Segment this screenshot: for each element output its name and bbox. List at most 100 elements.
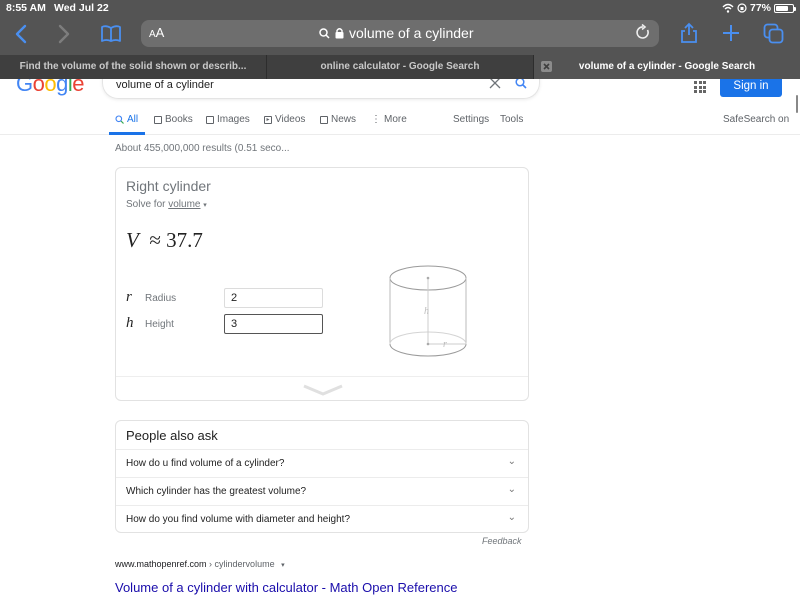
tab-label: All xyxy=(127,114,139,125)
tab-title: volume of a cylinder - Google Search xyxy=(578,61,756,72)
solve-for-label: Solve for xyxy=(126,199,169,210)
more-vert-icon: ⋮ xyxy=(371,114,381,125)
tab-close-button[interactable] xyxy=(541,61,552,72)
address-text: volume of a cylinder xyxy=(349,25,474,41)
chevron-down-icon: ⌄ xyxy=(507,512,516,523)
solve-for-dropdown[interactable]: volume xyxy=(168,199,200,210)
tab-volume-of-cylinder[interactable]: volume of a cylinder - Google Search xyxy=(534,55,800,79)
feedback-link[interactable]: Feedback xyxy=(482,536,522,546)
search-icon xyxy=(115,115,124,124)
tab-books[interactable]: Books xyxy=(154,114,193,125)
card-divider xyxy=(116,376,528,377)
logo-letter: e xyxy=(72,79,85,96)
search-input[interactable]: volume of a cylinder xyxy=(116,79,214,91)
result-options-dropdown[interactable]: ▾ xyxy=(281,562,285,569)
search-box[interactable]: volume of a cylinder xyxy=(102,79,540,99)
clear-search-button[interactable] xyxy=(489,79,501,93)
tab-all[interactable]: All xyxy=(115,114,138,125)
back-button[interactable] xyxy=(14,23,28,49)
share-icon xyxy=(681,22,697,43)
height-input[interactable] xyxy=(224,314,323,334)
active-tab-indicator xyxy=(109,132,145,135)
tab-label: More xyxy=(384,114,407,125)
paa-header: People also ask xyxy=(126,428,218,443)
chevron-down-icon: ⌄ xyxy=(507,484,516,495)
tab-news[interactable]: News xyxy=(320,114,356,125)
tab-label: Images xyxy=(217,114,250,125)
paa-question-text: How do u find volume of a cylinder? xyxy=(126,458,285,469)
settings-link[interactable]: Settings xyxy=(453,114,489,125)
result-domain: www.mathopenref.com xyxy=(115,559,207,569)
apps-grid-icon[interactable] xyxy=(694,81,706,93)
new-tab-button[interactable] xyxy=(722,24,740,46)
browser-toolbar: AA volume of a cylinder xyxy=(0,18,800,55)
result-cite: www.mathopenref.com › cylindervolume ▾ xyxy=(115,559,285,569)
cylinder-calculator-card: Right cylinder Solve for volume ▾ V ≈ 37… xyxy=(115,167,529,401)
logo-letter: o xyxy=(44,79,57,96)
tab-label: News xyxy=(331,114,357,125)
battery-percent: 77% xyxy=(749,2,771,14)
orientation-lock-icon xyxy=(737,3,747,13)
bookmarks-button[interactable] xyxy=(100,25,122,47)
radius-input[interactable] xyxy=(224,288,323,308)
book-icon xyxy=(101,25,121,42)
sign-in-button[interactable]: Sign in xyxy=(720,79,782,97)
reload-icon xyxy=(636,23,649,39)
chevron-down-icon: ⌄ xyxy=(507,456,516,467)
status-time: 8:55 AM xyxy=(6,2,46,14)
result-value: 37.7 xyxy=(166,228,203,252)
address-field[interactable]: volume of a cylinder xyxy=(319,25,474,41)
search-button[interactable] xyxy=(515,79,527,91)
people-also-ask: People also ask How do u find volume of … xyxy=(115,420,529,533)
safesearch-link[interactable]: SafeSearch on xyxy=(723,114,789,125)
address-bar[interactable]: AA volume of a cylinder xyxy=(141,20,659,47)
text-size-button[interactable]: AA xyxy=(149,25,164,40)
tools-link[interactable]: Tools xyxy=(500,114,523,125)
search-icon xyxy=(319,27,330,39)
paa-question[interactable]: How do you find volume with diameter and… xyxy=(116,505,528,533)
battery-icon xyxy=(774,3,796,13)
height-label: Height xyxy=(145,319,174,330)
plus-icon xyxy=(723,25,739,41)
result-title-link[interactable]: Volume of a cylinder with calculator - M… xyxy=(115,580,458,595)
result-path: cylindervolume xyxy=(214,559,275,569)
image-icon xyxy=(206,115,214,124)
close-icon xyxy=(489,79,501,89)
breadcrumb-separator: › xyxy=(206,559,215,569)
status-right: 77% xyxy=(722,2,796,14)
radius-symbol: r xyxy=(126,289,132,305)
tab-label: Videos xyxy=(275,114,306,125)
tab-online-calculator[interactable]: online calculator - Google Search xyxy=(267,55,534,79)
paa-question-text: Which cylinder has the greatest volume? xyxy=(126,486,307,497)
tab-more[interactable]: ⋮ More xyxy=(371,114,407,125)
result-variable: V xyxy=(126,228,139,252)
cylinder-diagram: h r xyxy=(389,265,467,357)
results-stats: About 455,000,000 results (0.51 seco... xyxy=(115,143,290,154)
tabs-button[interactable] xyxy=(763,23,785,49)
tab-label: Books xyxy=(165,114,193,125)
tab-videos[interactable]: ▸ Videos xyxy=(264,114,305,125)
solve-for: Solve for volume ▾ xyxy=(126,199,207,210)
paa-question[interactable]: Which cylinder has the greatest volume? … xyxy=(116,477,528,505)
bottom-center-point xyxy=(426,342,430,346)
tab-images[interactable]: Images xyxy=(206,114,250,125)
search-icon xyxy=(515,79,527,89)
share-button[interactable] xyxy=(680,22,698,48)
tab-find-volume[interactable]: Find the volume of the solid shown or de… xyxy=(0,55,267,79)
reload-button[interactable] xyxy=(635,23,651,46)
logo-letter: o xyxy=(32,79,45,96)
tab-strip: Find the volume of the solid shown or de… xyxy=(0,55,800,79)
google-logo[interactable]: Google xyxy=(16,79,85,97)
news-icon xyxy=(320,115,328,124)
caret-down-icon[interactable]: ▾ xyxy=(203,202,207,209)
paa-question-text: How do you find volume with diameter and… xyxy=(126,514,351,525)
paa-question[interactable]: How do u find volume of a cylinder? ⌄ xyxy=(116,449,528,477)
height-symbol: h xyxy=(126,315,134,331)
calculator-title: Right cylinder xyxy=(126,178,211,194)
cylinder-bottom-front xyxy=(389,343,467,357)
battery-fill xyxy=(776,5,789,11)
search-nav: All Books Images ▸ Videos News ⋮ More Se… xyxy=(0,107,800,135)
diagram-r-label: r xyxy=(443,339,447,350)
forward-button[interactable] xyxy=(57,23,71,49)
expand-card-button[interactable] xyxy=(302,383,344,402)
